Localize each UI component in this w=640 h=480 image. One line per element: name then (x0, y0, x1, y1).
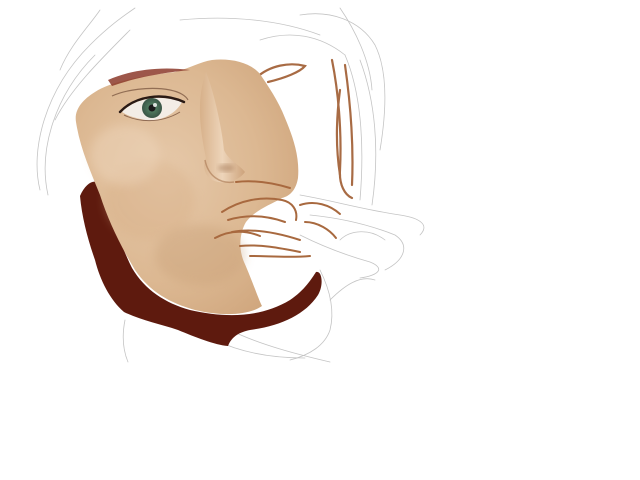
drawing-canvas (0, 0, 640, 480)
painting-svg (36, 7, 425, 363)
